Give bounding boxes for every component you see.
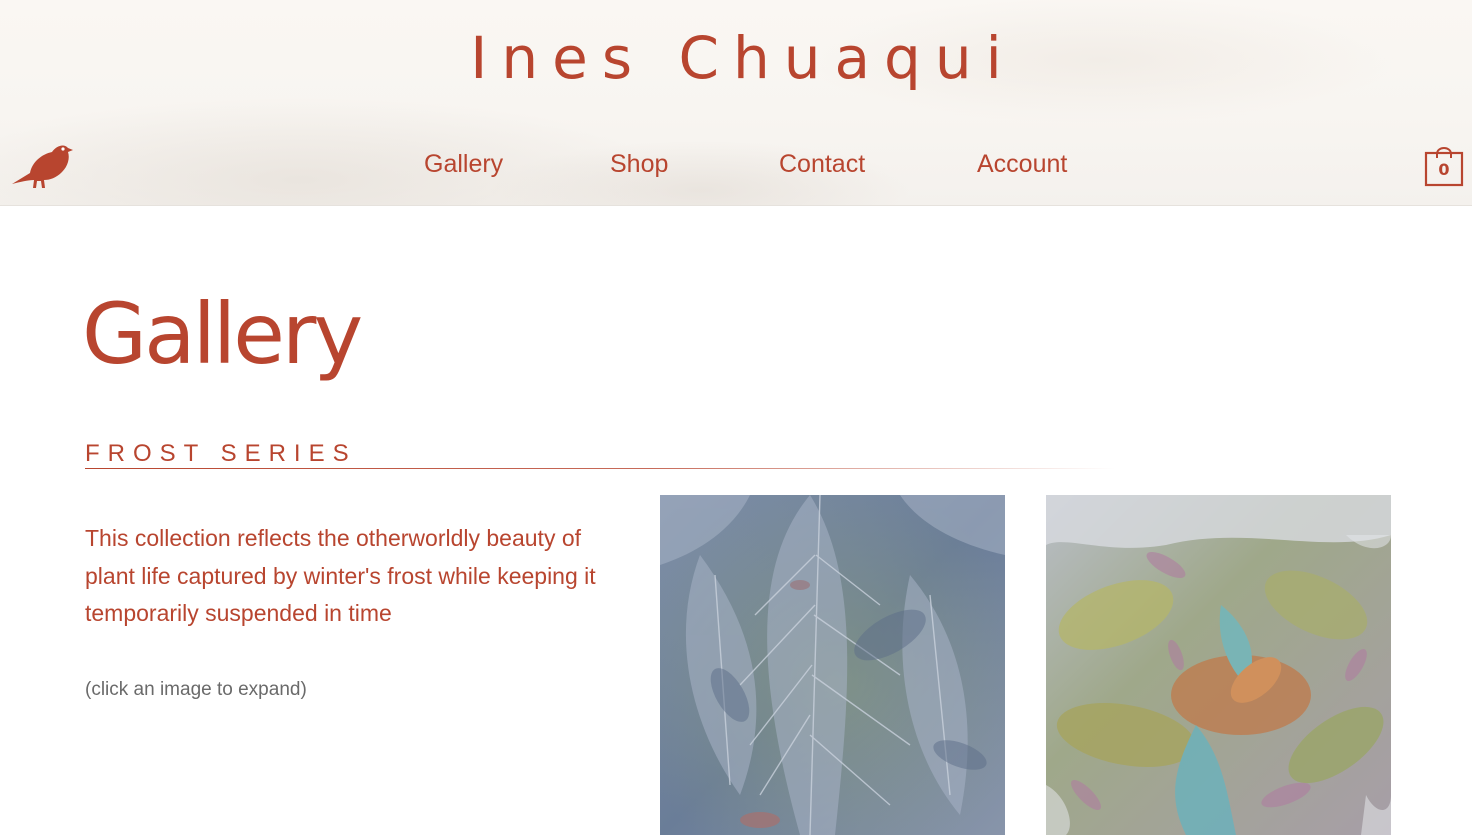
series-title: FROST SERIES <box>85 440 357 467</box>
site-title[interactable]: Ines Chuaqui <box>0 24 1472 92</box>
cart-count: 0 <box>1438 160 1450 179</box>
series-description: This collection reflects the otherworldl… <box>85 525 596 626</box>
nav-account[interactable]: Account <box>977 150 1067 179</box>
main-nav: Gallery Shop Contact Account <box>0 150 1472 184</box>
nav-shop[interactable]: Shop <box>610 150 668 179</box>
series-divider <box>85 468 1115 469</box>
nav-gallery[interactable]: Gallery <box>424 150 503 179</box>
site-header: Ines Chuaqui Gallery Shop Contact Accoun… <box>0 0 1472 206</box>
page-title: Gallery <box>82 285 363 383</box>
cart-button[interactable]: 0 <box>1424 140 1464 188</box>
artwork-image[interactable] <box>1046 495 1391 835</box>
artwork-image[interactable] <box>660 495 1005 835</box>
expand-hint: (click an image to expand) <box>85 679 307 700</box>
nav-contact[interactable]: Contact <box>779 150 865 179</box>
